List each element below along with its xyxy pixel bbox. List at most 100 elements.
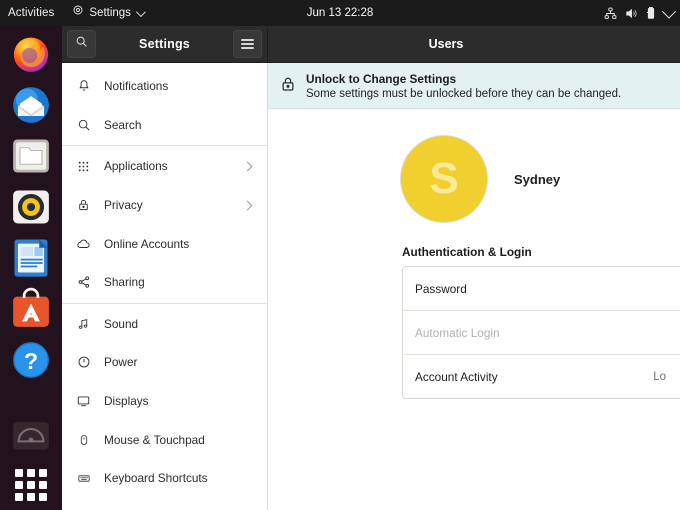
hamburger-menu-icon bbox=[241, 39, 254, 49]
chevron-down-icon[interactable] bbox=[661, 4, 677, 19]
dock-item-thunderbird[interactable] bbox=[9, 83, 53, 127]
sidebar-separator bbox=[62, 302, 267, 304]
keyboard-icon bbox=[75, 470, 92, 487]
network-wired-icon bbox=[604, 7, 617, 20]
row-value: Lo bbox=[653, 370, 666, 383]
unlock-banner[interactable]: Unlock to Change Settings Some settings … bbox=[268, 63, 680, 109]
row-account-activity[interactable]: Account Activity Lo bbox=[403, 355, 680, 398]
grid-dot bbox=[39, 469, 47, 477]
rhythmbox-icon bbox=[13, 190, 49, 224]
row-password[interactable]: Password bbox=[403, 267, 680, 311]
sidebar-item-label: Power bbox=[104, 355, 138, 370]
watermark: wsxdn.com bbox=[614, 494, 674, 506]
unlock-banner-subtitle: Some settings must be unlocked before th… bbox=[306, 88, 622, 100]
sidebar-item-mouse-touchpad[interactable]: Mouse & Touchpad bbox=[62, 420, 267, 459]
files-folder-icon bbox=[13, 139, 49, 173]
grid-dot bbox=[27, 493, 35, 501]
search-button[interactable] bbox=[67, 30, 96, 58]
sidebar-item-applications[interactable]: Applications bbox=[62, 147, 267, 186]
headerbar-right: Users bbox=[268, 26, 680, 62]
volume-icon bbox=[624, 7, 638, 20]
primary-menu-button[interactable] bbox=[233, 30, 262, 58]
settings-gear-icon bbox=[72, 0, 84, 26]
search-icon bbox=[75, 35, 88, 53]
sidebar-item-label: Keyboard Shortcuts bbox=[104, 471, 208, 486]
sidebar-item-online-accounts[interactable]: Online Accounts bbox=[62, 224, 267, 263]
trash-icon bbox=[13, 422, 49, 450]
user-name: Sydney bbox=[514, 171, 561, 187]
page-title: Users bbox=[428, 37, 464, 51]
grid-dot bbox=[15, 493, 23, 501]
dock-item-rhythmbox[interactable] bbox=[9, 185, 53, 229]
sidebar-item-power[interactable]: Power bbox=[62, 343, 267, 382]
grid-dot bbox=[27, 469, 35, 477]
ubuntu-software-icon bbox=[13, 287, 49, 327]
sidebar-item-label: Notifications bbox=[104, 79, 169, 94]
libreoffice-writer-icon bbox=[14, 239, 48, 277]
thunderbird-icon bbox=[13, 87, 49, 123]
sidebar-item-label: Mouse & Touchpad bbox=[104, 432, 205, 447]
sidebar-item-label: Search bbox=[104, 117, 142, 132]
dock-item-libreoffice-writer[interactable] bbox=[9, 236, 53, 280]
grid-dot bbox=[15, 469, 23, 477]
auth-listbox: Password Automatic Login Account Activit… bbox=[402, 266, 680, 399]
row-label: Account Activity bbox=[415, 369, 498, 384]
sidebar-item-printers[interactable]: Printers bbox=[62, 498, 267, 510]
sidebar-item-label: Sound bbox=[104, 316, 139, 331]
app-menu-button[interactable]: Settings bbox=[64, 0, 151, 26]
help-icon: ? bbox=[13, 342, 49, 378]
users-panel: Unlock to Change Settings Some settings … bbox=[268, 63, 680, 510]
svg-text:?: ? bbox=[24, 348, 38, 374]
battery-charging-icon bbox=[645, 6, 657, 20]
sidebar-item-label: Privacy bbox=[104, 198, 143, 213]
settings-window: Settings Users Notifications Search Appl… bbox=[62, 26, 680, 510]
gnome-top-bar: Activities Settings Jun 13 22:28 bbox=[0, 0, 680, 26]
sidebar-item-privacy[interactable]: Privacy bbox=[62, 186, 267, 225]
lock-closed-icon bbox=[279, 75, 297, 93]
dock-item-files[interactable] bbox=[9, 134, 53, 178]
row-label: Automatic Login bbox=[415, 325, 500, 340]
app-grid-icon bbox=[75, 158, 92, 175]
window-body: Notifications Search Applications Privac… bbox=[62, 63, 680, 510]
sidebar-item-label: Sharing bbox=[104, 275, 145, 290]
lock-icon bbox=[75, 197, 92, 214]
show-applications-button[interactable] bbox=[9, 466, 53, 504]
unlock-banner-text: Unlock to Change Settings Some settings … bbox=[306, 72, 621, 102]
avatar[interactable]: S bbox=[400, 135, 488, 223]
sidebar-item-label: Displays bbox=[104, 394, 149, 409]
sidebar-item-search[interactable]: Search bbox=[62, 106, 267, 145]
bell-icon bbox=[75, 78, 92, 95]
sidebar-item-sharing[interactable]: Sharing bbox=[62, 263, 267, 302]
firefox-icon bbox=[13, 37, 49, 72]
row-automatic-login[interactable]: Automatic Login bbox=[403, 311, 680, 355]
sidebar-item-displays[interactable]: Displays bbox=[62, 382, 267, 421]
activities-button[interactable]: Activities bbox=[0, 0, 64, 26]
sidebar-item-label: Online Accounts bbox=[104, 236, 190, 251]
search-icon bbox=[75, 116, 92, 133]
share-icon bbox=[75, 274, 92, 291]
app-menu-label: Settings bbox=[89, 7, 131, 19]
user-header: S Sydney bbox=[268, 109, 680, 245]
sidebar-item-notifications[interactable]: Notifications bbox=[62, 67, 267, 106]
grid-dot bbox=[39, 481, 47, 489]
music-note-icon bbox=[75, 315, 92, 332]
dock-item-trash[interactable] bbox=[9, 418, 53, 462]
dock-item-ubuntu-software[interactable] bbox=[9, 287, 53, 331]
chevron-down-icon bbox=[135, 6, 146, 17]
dock-item-help[interactable]: ? bbox=[9, 338, 53, 382]
mouse-icon bbox=[75, 431, 92, 448]
settings-sidebar[interactable]: Notifications Search Applications Privac… bbox=[62, 63, 268, 510]
window-headerbar: Settings Users bbox=[62, 26, 680, 63]
auth-section-title: Authentication & Login bbox=[402, 245, 532, 259]
window-title: Settings bbox=[139, 37, 190, 51]
system-status-area[interactable] bbox=[604, 4, 677, 20]
sidebar-item-keyboard-shortcuts[interactable]: Keyboard Shortcuts bbox=[62, 459, 267, 498]
grid-dot bbox=[27, 481, 35, 489]
dock-item-firefox[interactable] bbox=[9, 32, 53, 76]
chevron-right-icon bbox=[242, 161, 253, 172]
sidebar-item-label: Applications bbox=[104, 159, 168, 174]
unlock-banner-title: Unlock to Change Settings bbox=[306, 72, 457, 86]
grid-dot bbox=[15, 481, 23, 489]
grid-dot bbox=[39, 493, 47, 501]
sidebar-item-sound[interactable]: Sound bbox=[62, 305, 267, 344]
